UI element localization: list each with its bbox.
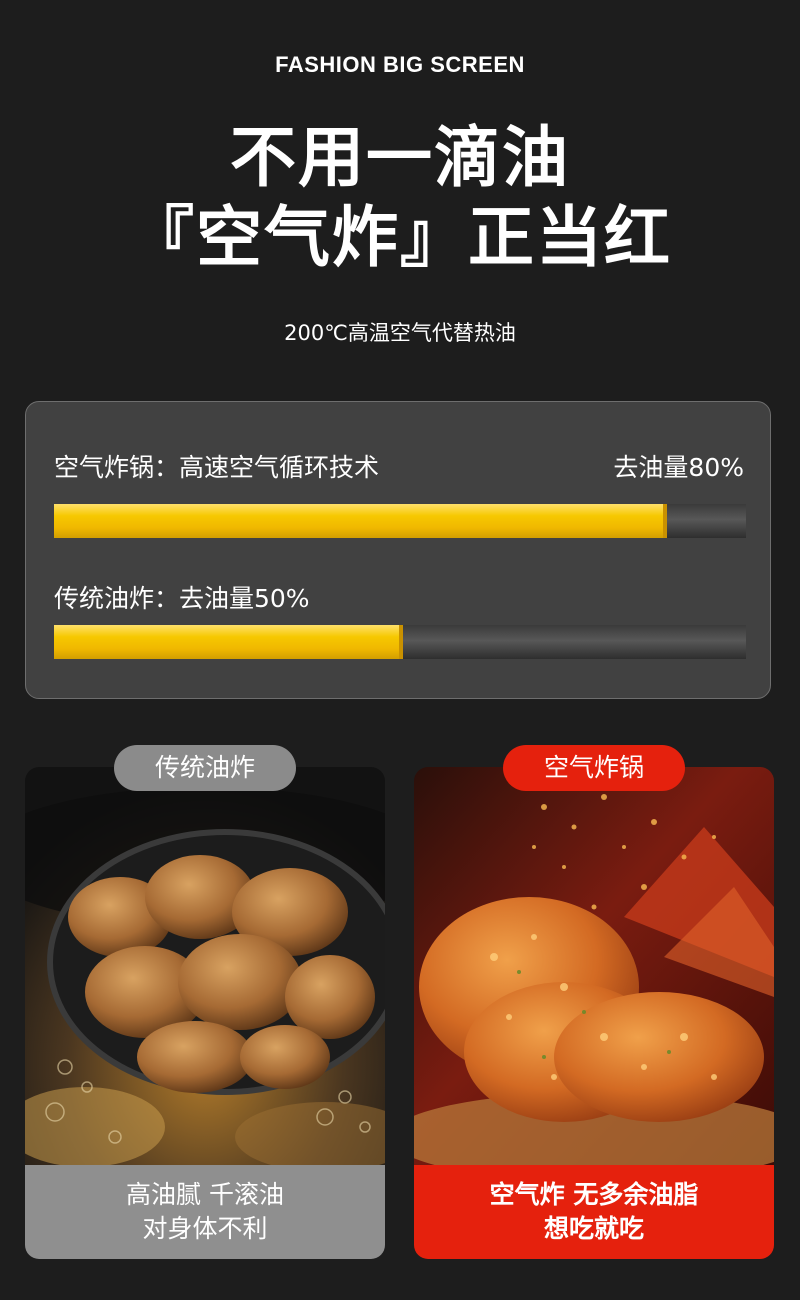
air-fryer-bar: [54, 504, 746, 538]
traditional-tag: 传统油炸: [114, 745, 296, 791]
headline-line-1: 不用一滴油: [230, 119, 570, 196]
air-fryer-caption: 空气炸 无多余油脂 想吃就吃: [414, 1165, 774, 1259]
air-fryer-caption-line-1: 空气炸 无多余油脂: [489, 1180, 699, 1209]
air-fryer-label: 空气炸锅：高速空气循环技术: [54, 453, 380, 482]
headline-line-2: 『空气炸』正当红: [128, 199, 672, 276]
air-fryer-bar-fill: [54, 504, 667, 538]
air-fryer-tag: 空气炸锅: [503, 745, 685, 791]
traditional-caption: 高油腻 千滚油 对身体不利: [25, 1165, 385, 1259]
subheadline: 200℃高温空气代替热油: [284, 321, 516, 345]
traditional-caption-line-1: 高油腻 千滚油: [126, 1180, 284, 1209]
air-fryer-value: 去油量80%: [613, 453, 744, 482]
air-fried-chicken-photo: [414, 767, 774, 1165]
traditional-caption-line-2: 对身体不利: [142, 1214, 268, 1243]
traditional-label: 传统油炸：去油量50%: [54, 584, 310, 613]
comparison-panel: 空气炸锅：高速空气循环技术 去油量80% 传统油炸：去油量50%: [25, 401, 771, 699]
eyebrow-text: FASHION BIG SCREEN: [275, 52, 525, 77]
traditional-bar-fill: [54, 625, 403, 659]
deep-fried-chicken-photo: [25, 767, 385, 1165]
air-fryer-caption-line-2: 想吃就吃: [543, 1214, 644, 1243]
traditional-card: 高油腻 千滚油 对身体不利: [25, 767, 385, 1259]
air-fryer-card: 空气炸 无多余油脂 想吃就吃: [414, 767, 774, 1259]
traditional-bar: [54, 625, 746, 659]
